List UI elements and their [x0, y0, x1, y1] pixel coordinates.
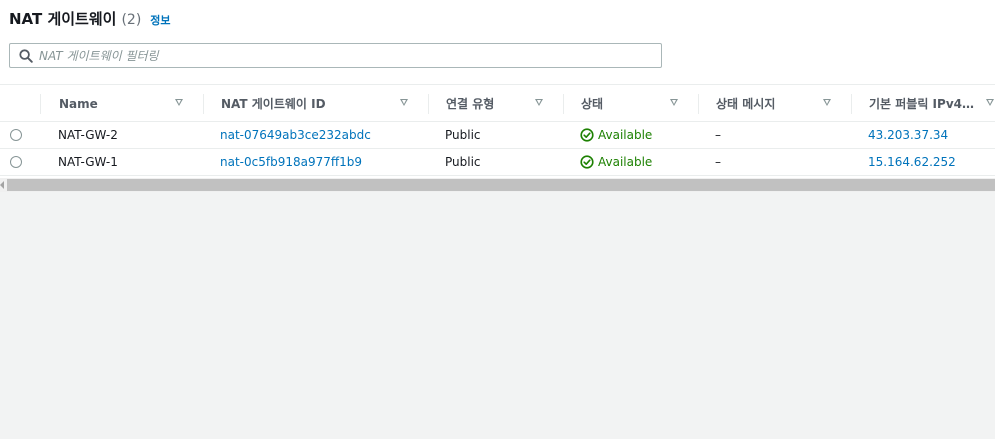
column-header-id[interactable]: NAT 게이트웨이 ID [221, 85, 326, 122]
info-link[interactable]: 정보 [150, 12, 170, 28]
table-row[interactable]: NAT-GW-2 nat-07649ab3ce232abdc Public Av… [0, 122, 995, 149]
row-select-radio[interactable] [10, 129, 22, 141]
column-divider[interactable] [563, 94, 564, 114]
nat-gateway-table: Name NAT 게이트웨이 ID 연결 유형 상태 상태 메시지 기본 퍼블릭… [0, 84, 995, 176]
column-header-state[interactable]: 상태 [581, 85, 603, 122]
search-icon [19, 49, 33, 63]
cell-name: NAT-GW-2 [58, 128, 118, 142]
horizontal-scrollbar[interactable] [0, 178, 995, 192]
column-divider [40, 94, 41, 114]
column-header-name[interactable]: Name [59, 85, 98, 122]
table-row[interactable]: NAT-GW-1 nat-0c5fb918a977ff1b9 Public Av… [0, 149, 995, 176]
filter-box[interactable] [9, 43, 662, 68]
page-title: NAT 게이트웨이 [9, 10, 117, 28]
column-divider[interactable] [698, 94, 699, 114]
column-divider[interactable] [851, 94, 852, 114]
scroll-left-arrow-icon[interactable] [0, 181, 4, 189]
cell-gateway-id-link[interactable]: nat-0c5fb918a977ff1b9 [220, 149, 362, 175]
row-select-radio[interactable] [10, 156, 22, 168]
panel-header: NAT 게이트웨이 (2) 정보 [9, 8, 171, 30]
cell-ipv4-link[interactable]: 43.203.37.34 [868, 122, 948, 148]
cell-state: Available [580, 149, 652, 175]
state-label: Available [598, 155, 653, 169]
table-header: Name NAT 게이트웨이 ID 연결 유형 상태 상태 메시지 기본 퍼블릭… [0, 84, 995, 122]
sort-icon[interactable] [986, 99, 994, 106]
sort-icon[interactable] [400, 99, 408, 106]
check-circle-icon [580, 155, 594, 169]
cell-state-message: – [715, 155, 721, 169]
sort-icon[interactable] [175, 99, 183, 106]
state-label: Available [598, 128, 653, 142]
column-divider[interactable] [203, 94, 204, 114]
cell-connectivity: Public [445, 155, 481, 169]
filter-input[interactable] [39, 46, 649, 65]
item-count: (2) [121, 12, 142, 28]
cell-state: Available [580, 122, 652, 148]
column-header-state-message[interactable]: 상태 메시지 [716, 85, 775, 122]
sort-icon[interactable] [670, 99, 678, 106]
cell-ipv4-link[interactable]: 15.164.62.252 [868, 149, 956, 175]
nat-gateway-panel: NAT 게이트웨이 (2) 정보 Name NAT 게이트웨이 ID 연결 유형… [0, 0, 995, 178]
check-circle-icon [580, 128, 594, 142]
cell-name: NAT-GW-1 [58, 155, 118, 169]
cell-state-message: – [715, 128, 721, 142]
column-header-connectivity[interactable]: 연결 유형 [446, 85, 494, 122]
scrollbar-thumb[interactable] [7, 179, 995, 191]
sort-icon[interactable] [823, 99, 831, 106]
column-divider[interactable] [428, 94, 429, 114]
sort-icon[interactable] [535, 99, 543, 106]
column-header-ipv4[interactable]: 기본 퍼블릭 IPv4… [869, 85, 974, 122]
cell-gateway-id-link[interactable]: nat-07649ab3ce232abdc [220, 122, 371, 148]
cell-connectivity: Public [445, 128, 481, 142]
